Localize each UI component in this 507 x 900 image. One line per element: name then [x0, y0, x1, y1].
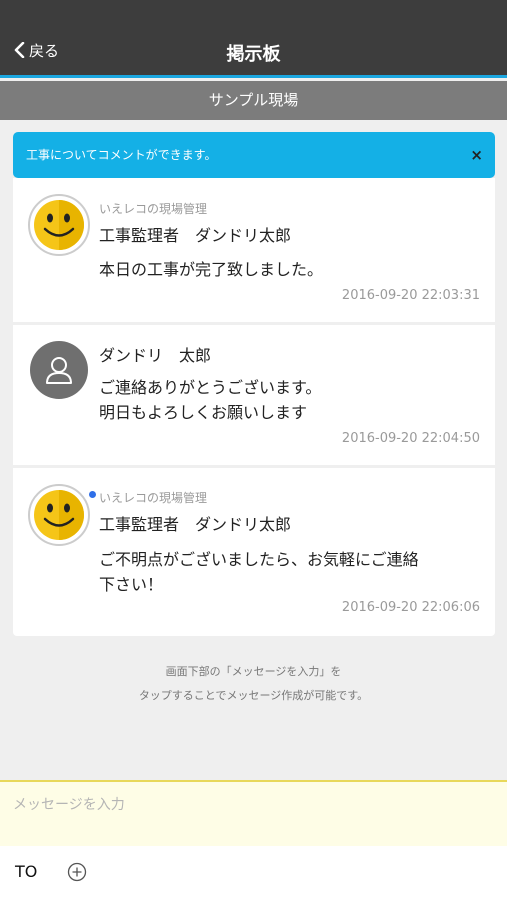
message-line: 本日の工事が完了致しました。 [99, 260, 324, 279]
site-name-header: サンプル現場 [0, 81, 507, 120]
message-text: ご連絡ありがとうございます。 明日もよろしくお願いします [99, 375, 479, 425]
message-input-placeholder: メッセージを入力 [13, 797, 125, 813]
message-card: ダンドリ 太郎 ご連絡ありがとうございます。 明日もよろしくお願いします 201… [13, 325, 495, 465]
usage-hint: 画面下部の「メッセージを入力」を タップすることでメッセージ作成が可能です。 [0, 660, 507, 708]
message-line: ご連絡ありがとうございます。 [99, 378, 322, 397]
message-text: ご不明点がございましたら、お気軽にご連絡 下さい！ [99, 547, 479, 597]
usage-hint-line: タップすることでメッセージ作成が可能です。 [138, 689, 369, 702]
info-banner-text: 工事についてコメントができます。 [26, 148, 217, 162]
unread-dot [88, 490, 97, 499]
sender-name: 工事監理者 ダンドリ太郎 [99, 515, 292, 534]
person-icon [30, 341, 88, 399]
smiley-icon [28, 194, 90, 256]
plus-circle-icon[interactable] [67, 862, 87, 882]
message-card: いえレコの現場管理 工事監理者 ダンドリ太郎 ご不明点がございましたら、お気軽に… [13, 468, 495, 636]
company-name: いえレコの現場管理 [99, 202, 208, 216]
message-line: 明日もよろしくお願いします [99, 403, 308, 422]
timestamp: 2016-09-20 22:06:06 [341, 600, 480, 615]
close-icon[interactable]: × [470, 132, 483, 178]
message-line: ご不明点がございましたら、お気軽にご連絡 [99, 550, 419, 569]
navbar: 戻る 掲示板 [0, 0, 507, 78]
recipient-bar: TO [0, 846, 507, 900]
message-line: 下さい！ [99, 575, 164, 594]
to-label: TO [15, 862, 38, 881]
smiley-icon [28, 484, 90, 546]
usage-hint-line: 画面下部の「メッセージを入力」を [165, 665, 342, 678]
page-title: 掲示板 [226, 44, 281, 65]
sender-name: 工事監理者 ダンドリ太郎 [99, 226, 292, 245]
sender-name: ダンドリ 太郎 [99, 346, 212, 365]
info-banner: 工事についてコメントができます。 × [13, 132, 495, 178]
timestamp: 2016-09-20 22:03:31 [341, 288, 480, 303]
company-name: いえレコの現場管理 [99, 491, 208, 505]
message-text: 本日の工事が完了致しました。 [99, 257, 479, 282]
timestamp: 2016-09-20 22:04:50 [341, 431, 480, 446]
message-input[interactable]: メッセージを入力 [0, 780, 507, 846]
message-card: いえレコの現場管理 工事監理者 ダンドリ太郎 本日の工事が完了致しました。 20… [13, 178, 495, 322]
